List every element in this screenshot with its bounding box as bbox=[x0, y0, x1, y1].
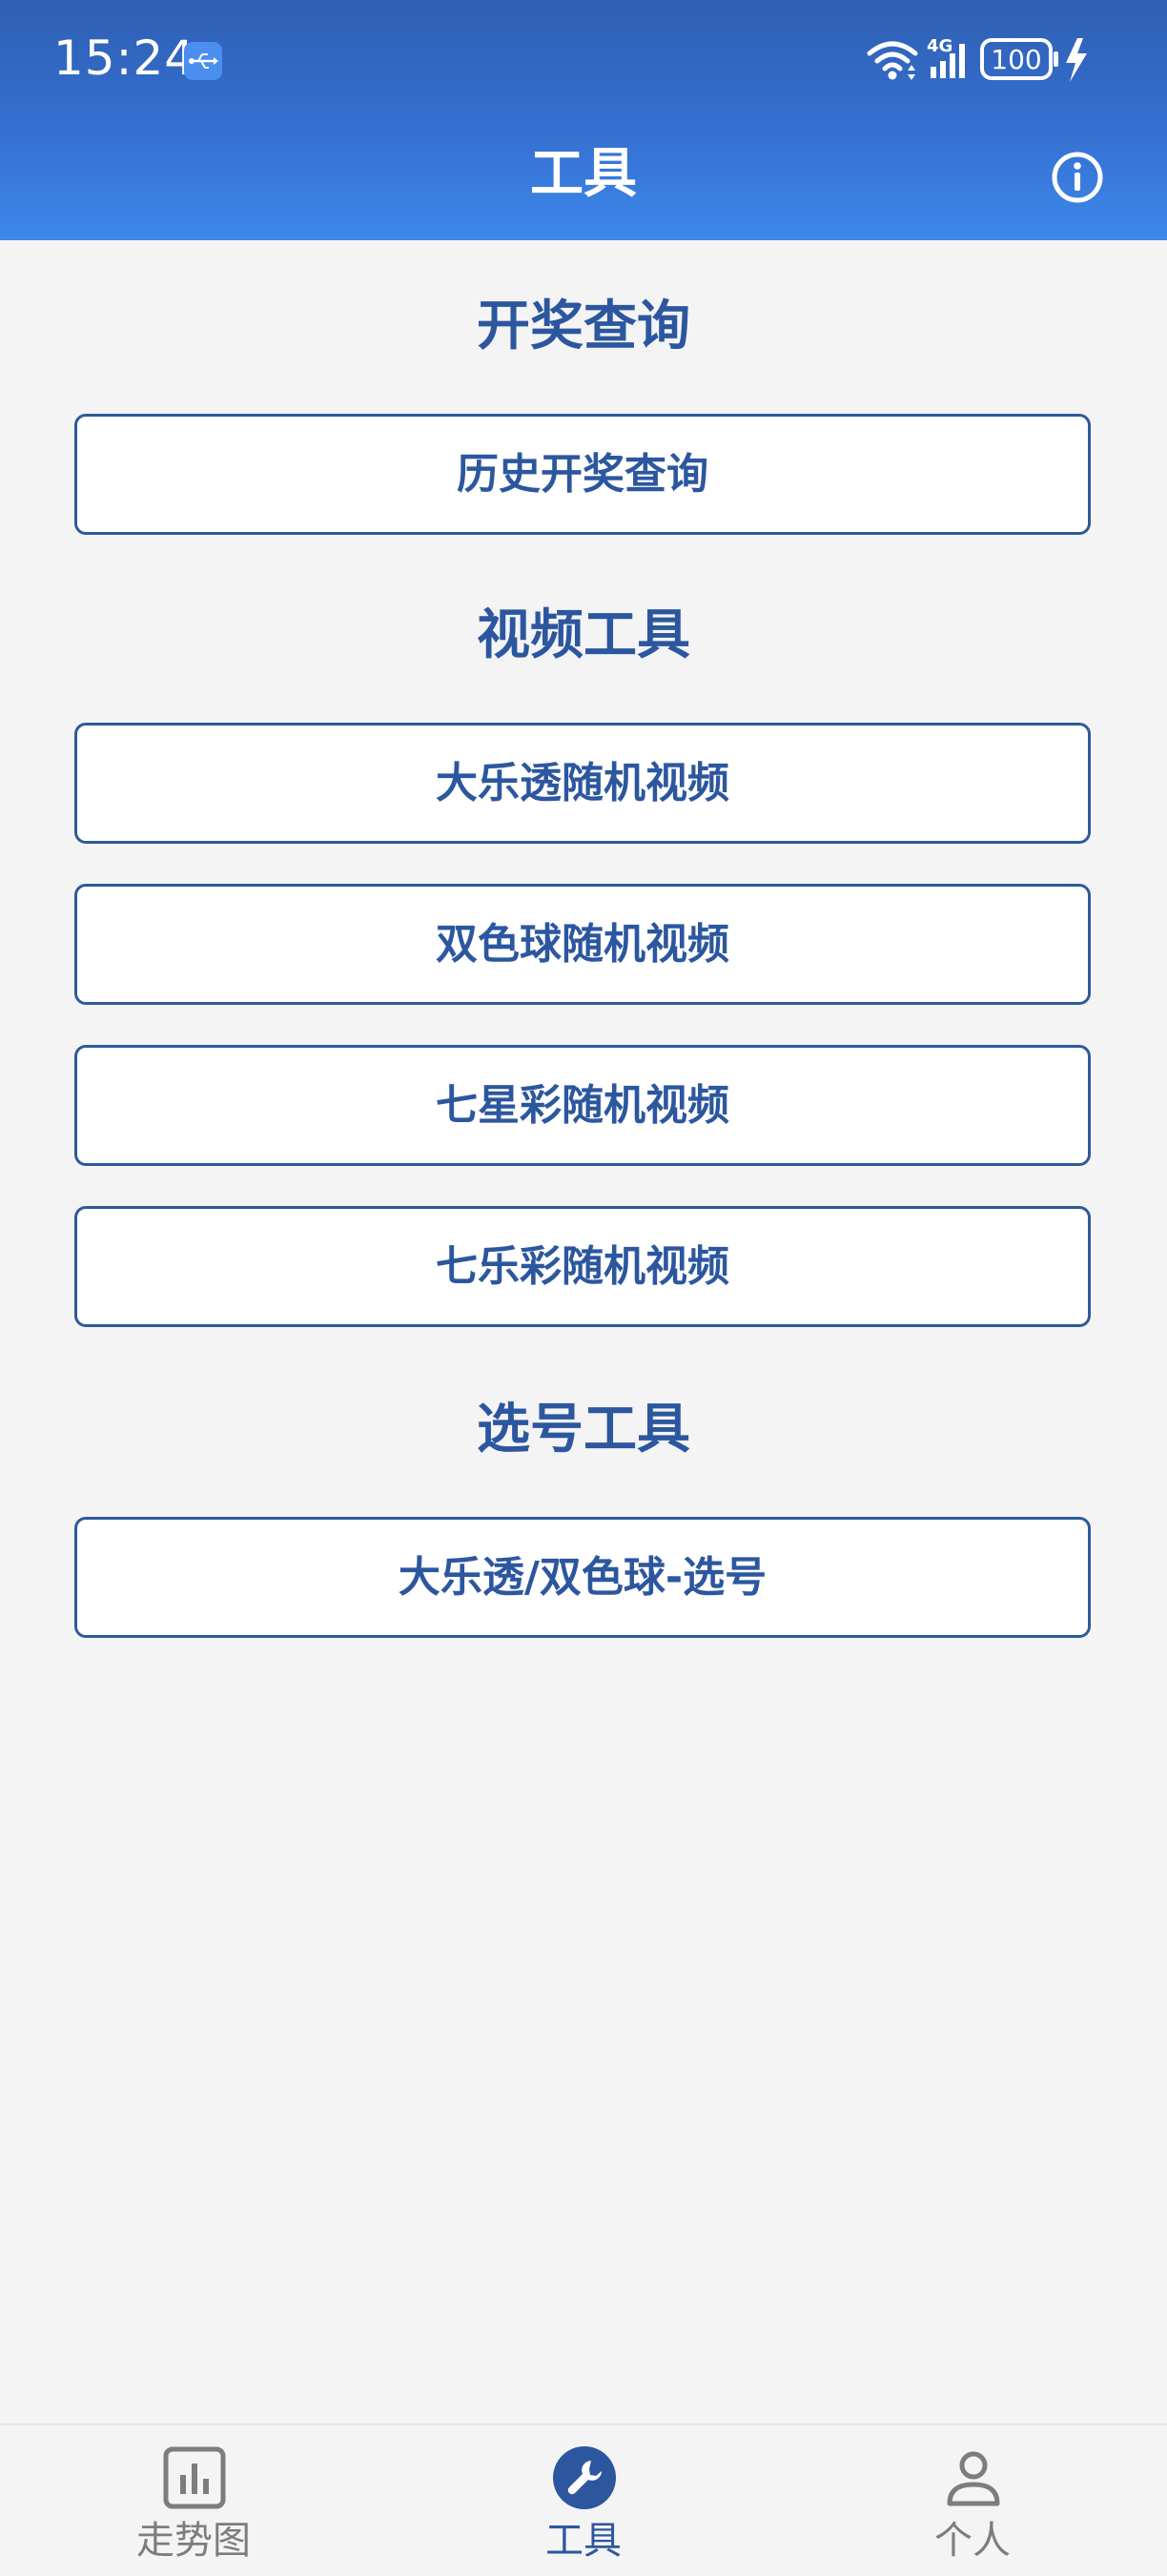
nav-item-tools[interactable]: 工具 bbox=[440, 2425, 727, 2576]
nav-label-tools: 工具 bbox=[545, 2519, 622, 2563]
status-icons: 4G 100 bbox=[866, 32, 1114, 88]
charging-icon bbox=[1066, 38, 1087, 82]
nav-item-profile[interactable]: 个人 bbox=[829, 2425, 1116, 2576]
person-icon bbox=[942, 2446, 1005, 2509]
nav-label-profile: 个人 bbox=[934, 2519, 1011, 2563]
wifi-icon bbox=[867, 41, 918, 80]
wrench-icon bbox=[553, 2446, 616, 2509]
section-title-lottery-query: 开奖查询 bbox=[477, 296, 690, 358]
qlc-random-video-button[interactable]: 七乐彩随机视频 bbox=[74, 1206, 1091, 1327]
cellular-signal-icon: 4G bbox=[927, 36, 965, 78]
status-time: 15:24 bbox=[53, 31, 196, 86]
battery-icon: 100 bbox=[980, 38, 1058, 80]
bar-chart-icon bbox=[163, 2446, 226, 2509]
svg-text:4G: 4G bbox=[927, 36, 952, 56]
qxc-random-video-button[interactable]: 七星彩随机视频 bbox=[74, 1045, 1091, 1166]
number-picker-button[interactable]: 大乐透/双色球-选号 bbox=[74, 1517, 1091, 1638]
svg-text:100: 100 bbox=[991, 44, 1041, 75]
usb-icon bbox=[184, 42, 222, 80]
dlt-random-video-button[interactable]: 大乐透随机视频 bbox=[74, 723, 1091, 844]
section-title-video-tools: 视频工具 bbox=[477, 604, 690, 666]
nav-item-trend[interactable]: 走势图 bbox=[51, 2425, 337, 2576]
history-results-button[interactable]: 历史开奖查询 bbox=[74, 414, 1091, 535]
page-title: 工具 bbox=[530, 143, 637, 205]
ssq-random-video-button[interactable]: 双色球随机视频 bbox=[74, 884, 1091, 1005]
nav-label-trend: 走势图 bbox=[136, 2519, 251, 2563]
section-title-number-picker: 选号工具 bbox=[477, 1399, 690, 1461]
app-header: 15:24 4G 100 工具 bbox=[0, 0, 1167, 240]
bottom-navigation: 走势图 工具 个人 bbox=[0, 2423, 1167, 2576]
info-icon[interactable] bbox=[1051, 151, 1104, 204]
